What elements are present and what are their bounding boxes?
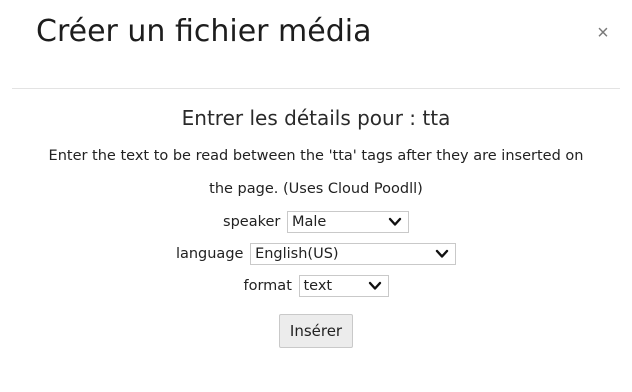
chevron-down-icon [368, 281, 381, 290]
speaker-value: Male [291, 214, 327, 230]
insert-row: Insérer [0, 314, 632, 348]
dialog-title: Créer un fichier média [36, 14, 372, 49]
language-value: English(US) [255, 246, 339, 262]
language-label: language [175, 246, 244, 262]
language-select[interactable]: English(US) [250, 243, 457, 265]
insert-button[interactable]: Insérer [278, 314, 354, 348]
speaker-label: speaker [223, 214, 281, 230]
create-media-dialog: Créer un fichier média × Entrer les déta… [0, 0, 632, 392]
format-label: format [243, 278, 292, 294]
speaker-select[interactable]: Male [286, 211, 409, 233]
dialog-header: Créer un fichier média × [0, 0, 632, 88]
format-row: format text [0, 270, 632, 302]
chevron-down-icon [435, 249, 449, 258]
close-button[interactable]: × [590, 20, 616, 46]
dialog-body: Entrer les détails pour : tta Enter the … [0, 96, 632, 348]
language-row: language English(US) [0, 238, 632, 270]
format-value: text [303, 278, 333, 294]
instructions-text: Enter the text to be read between the 't… [48, 148, 584, 197]
header-divider [12, 88, 620, 89]
format-select[interactable]: text [298, 275, 389, 297]
chevron-down-icon [388, 217, 402, 226]
speaker-row: speaker Male [0, 206, 632, 238]
close-icon: × [597, 22, 609, 44]
details-heading: Entrer les détails pour : tta [181, 106, 451, 130]
